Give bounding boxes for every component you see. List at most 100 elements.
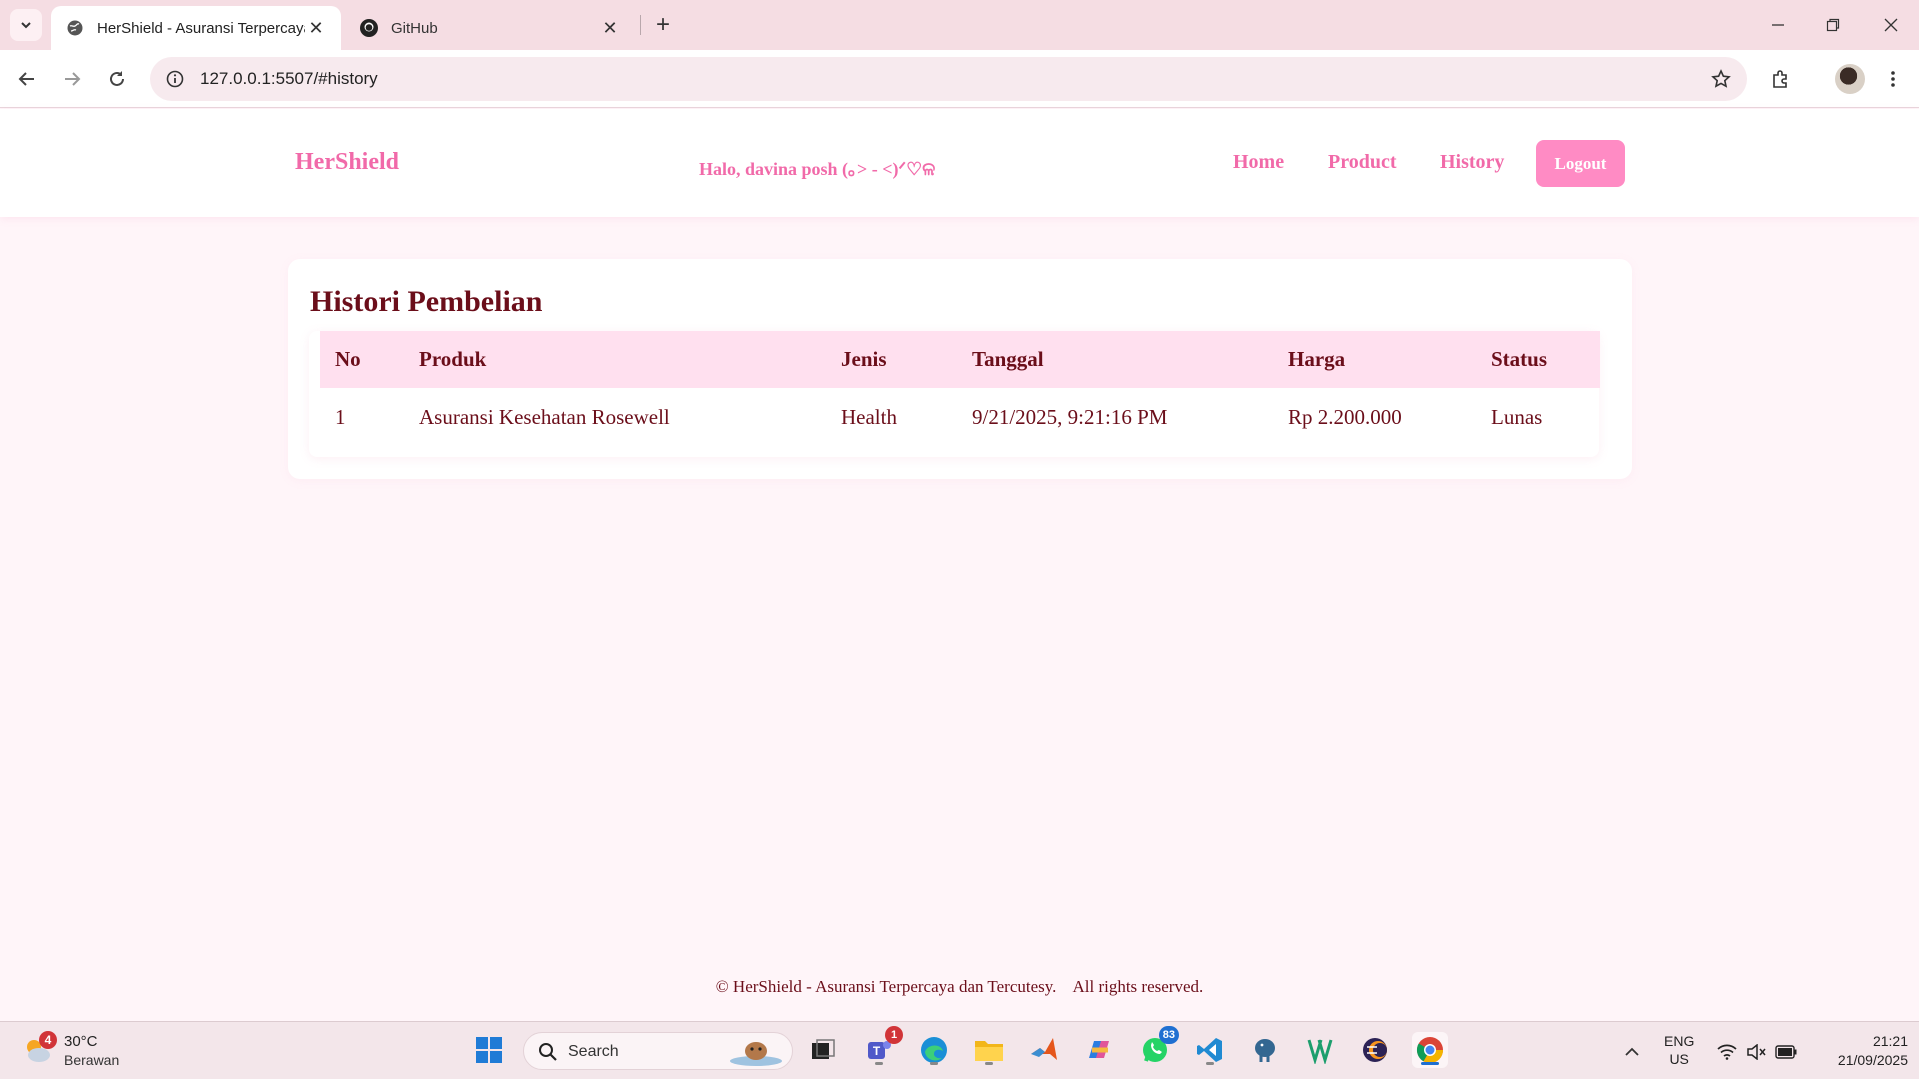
- globe-icon: [65, 18, 85, 38]
- address-bar[interactable]: 127.0.0.1:5507/#history: [150, 57, 1747, 101]
- volume-muted-icon[interactable]: [1745, 1041, 1767, 1063]
- site-header: HerShield Halo, davina posh (｡> - <)ᐟ♡ଳ …: [0, 109, 1919, 217]
- weather-desc: Berawan: [64, 1052, 120, 1068]
- nav-history[interactable]: History: [1440, 151, 1504, 174]
- chevron-down-icon: [21, 22, 31, 29]
- cell-harga: Rp 2.200.000: [1288, 404, 1402, 429]
- edge-app[interactable]: [916, 1032, 952, 1068]
- forward-button[interactable]: [55, 62, 89, 96]
- weather-widget[interactable]: 4 30°C Berawan: [22, 1031, 162, 1071]
- chrome-icon: [1416, 1037, 1444, 1064]
- browser-menu-button[interactable]: [1876, 62, 1910, 96]
- table-row: 1 Asuransi Kesehatan Rosewell Health 9/2…: [320, 388, 1600, 446]
- bookmark-star-icon[interactable]: [1709, 67, 1733, 91]
- arrow-left-icon: [18, 72, 34, 86]
- file-explorer-app[interactable]: [971, 1032, 1007, 1068]
- tab-title: GitHub: [391, 19, 438, 37]
- edge-icon: [921, 1037, 947, 1063]
- running-indicator: [1421, 1062, 1439, 1065]
- column-header-no: No: [320, 331, 404, 388]
- region-code: US: [1669, 1051, 1689, 1067]
- taskbar-search[interactable]: Search: [523, 1032, 793, 1070]
- history-table-wrapper: No Produk Jenis Tanggal Harga Status 1 A…: [309, 331, 1600, 457]
- cell-produk: Asuransi Kesehatan Rosewell: [419, 404, 670, 429]
- copilot-app[interactable]: [1081, 1032, 1117, 1068]
- restore-button[interactable]: [1810, 8, 1856, 42]
- site-info-icon[interactable]: [164, 68, 186, 90]
- eclipse-icon: [1363, 1038, 1387, 1062]
- chevron-up-icon: [1625, 1047, 1639, 1056]
- svg-text:T: T: [873, 1044, 881, 1058]
- profile-avatar[interactable]: [1835, 64, 1865, 94]
- arrow-right-icon: [65, 72, 81, 86]
- teams-app[interactable]: T 1: [861, 1026, 903, 1068]
- vivado-app[interactable]: [1302, 1032, 1338, 1068]
- search-icon: [539, 1043, 557, 1061]
- nav-home[interactable]: Home: [1233, 151, 1284, 174]
- tab-github[interactable]: GitHub ✕: [345, 6, 635, 50]
- extensions-button[interactable]: [1764, 62, 1798, 96]
- whatsapp-app[interactable]: 83: [1137, 1026, 1179, 1068]
- clock-time: 21:21: [1872, 1033, 1908, 1049]
- vscode-app[interactable]: [1192, 1032, 1228, 1068]
- tab-hershield[interactable]: HerShield - Asuransi Terpercaya ✕: [51, 6, 341, 50]
- search-highlight-image: [730, 1042, 782, 1066]
- copilot-icon: [1089, 1041, 1109, 1058]
- cell-tanggal: 9/21/2025, 9:21:16 PM: [972, 404, 1168, 429]
- brand-logo-text[interactable]: HerShield: [295, 149, 399, 176]
- folder-icon: [975, 1041, 1003, 1061]
- search-label: Search: [568, 1043, 619, 1060]
- puzzle-icon: [1773, 70, 1787, 88]
- notification-badge: 1: [885, 1026, 903, 1044]
- vivado-icon: [1307, 1039, 1333, 1064]
- new-tab-button[interactable]: +: [650, 11, 676, 38]
- running-indicator: [875, 1062, 883, 1065]
- column-header-status: Status: [1476, 331, 1600, 388]
- language-code: ENG: [1664, 1033, 1695, 1049]
- close-icon[interactable]: ✕: [305, 17, 327, 39]
- column-header-harga: Harga: [1273, 331, 1476, 388]
- system-clock[interactable]: 21:21 21/09/2025: [1812, 1032, 1908, 1070]
- column-header-jenis: Jenis: [826, 331, 957, 388]
- url-text: 127.0.0.1:5507/#history: [200, 69, 378, 88]
- close-icon: [1884, 18, 1898, 32]
- footer-text: © HerShield - Asuransi Terpercaya dan Te…: [715, 977, 1204, 996]
- task-view-button[interactable]: [805, 1032, 841, 1068]
- chrome-app[interactable]: [1412, 1032, 1448, 1068]
- eclipse-app[interactable]: [1357, 1032, 1393, 1068]
- browser-tab-strip: HerShield - Asuransi Terpercaya ✕ GitHub…: [0, 0, 1919, 50]
- matlab-app[interactable]: [1026, 1032, 1062, 1068]
- running-indicator: [930, 1062, 938, 1065]
- github-icon: [359, 18, 379, 38]
- postgresql-app[interactable]: [1247, 1032, 1283, 1068]
- history-card: Histori Pembelian No Produk Jenis Tangga…: [288, 259, 1632, 479]
- start-button[interactable]: [471, 1032, 507, 1068]
- cell-status: Lunas: [1491, 404, 1543, 429]
- weather-badge: 4: [39, 1031, 57, 1049]
- matlab-icon: [1031, 1038, 1057, 1060]
- close-icon[interactable]: ✕: [599, 17, 621, 39]
- vscode-icon: [1197, 1038, 1222, 1062]
- reload-button[interactable]: [100, 62, 134, 96]
- back-button[interactable]: [10, 62, 44, 96]
- wifi-icon[interactable]: [1716, 1041, 1738, 1063]
- task-view-icon: [812, 1039, 835, 1059]
- notification-badge: 83: [1158, 1026, 1179, 1044]
- user-greeting: Halo, davina posh (｡> - <)ᐟ♡ଳ: [699, 159, 936, 179]
- window-close-button[interactable]: [1868, 8, 1914, 42]
- elephant-icon: [1255, 1039, 1275, 1062]
- nav-product[interactable]: Product: [1328, 151, 1397, 174]
- tab-title: HerShield - Asuransi Terpercaya: [97, 19, 305, 37]
- show-hidden-icons-button[interactable]: [1620, 1040, 1644, 1064]
- minimize-button[interactable]: [1755, 8, 1801, 42]
- input-language[interactable]: ENG US: [1664, 1032, 1694, 1068]
- cell-no: 1: [335, 404, 346, 429]
- restore-icon: [1826, 18, 1840, 32]
- history-table: No Produk Jenis Tanggal Harga Status 1 A…: [320, 331, 1600, 446]
- table-header-row: No Produk Jenis Tanggal Harga Status: [320, 331, 1600, 388]
- tab-search-button[interactable]: [10, 9, 42, 41]
- running-indicator: [1206, 1062, 1214, 1065]
- battery-icon[interactable]: [1775, 1041, 1797, 1063]
- cell-jenis: Health: [841, 404, 897, 429]
- logout-button[interactable]: Logout: [1536, 140, 1625, 187]
